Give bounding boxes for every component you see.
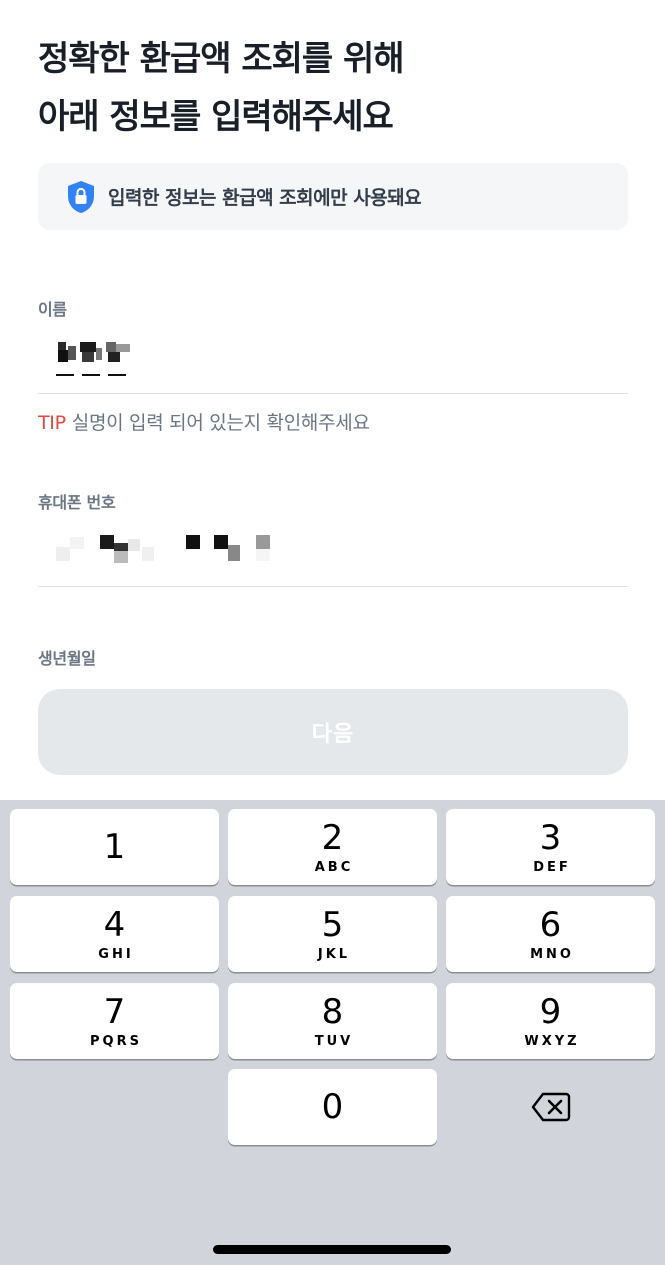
key-0-number: 0 bbox=[321, 1087, 344, 1127]
numeric-keypad: 1 2 ABC 3 DEF 4 GHI 5 JKL 6 MNO 7 PQRS 8… bbox=[0, 800, 665, 1265]
key-6[interactable]: 6 MNO bbox=[446, 896, 655, 972]
key-6-number: 6 bbox=[539, 904, 562, 945]
page-title: 정확한 환급액 조회를 위해 아래 정보를 입력해주세요 bbox=[38, 30, 405, 146]
title-line-2: 아래 정보를 입력해주세요 bbox=[38, 97, 394, 137]
tip-message: TIP 실명이 입력 되어 있는지 확인해주세요 bbox=[38, 408, 370, 435]
phone-input[interactable] bbox=[38, 525, 628, 585]
name-label: 이름 bbox=[38, 300, 67, 319]
key-5-letters: JKL bbox=[317, 946, 351, 962]
key-9-number: 9 bbox=[539, 991, 562, 1032]
key-2[interactable]: 2 ABC bbox=[228, 809, 437, 885]
key-3[interactable]: 3 DEF bbox=[446, 809, 655, 885]
key-7-number: 7 bbox=[103, 991, 126, 1032]
tip-tag: TIP bbox=[38, 412, 66, 434]
key-4-letters: GHI bbox=[98, 946, 134, 962]
key-4-number: 4 bbox=[103, 904, 126, 945]
key-3-number: 3 bbox=[539, 817, 562, 858]
home-indicator bbox=[213, 1245, 451, 1254]
key-9-letters: WXYZ bbox=[524, 1033, 580, 1049]
key-9[interactable]: 9 WXYZ bbox=[446, 983, 655, 1059]
key-4[interactable]: 4 GHI bbox=[10, 896, 219, 972]
phone-label: 휴대폰 번호 bbox=[38, 493, 116, 512]
birth-date-label: 생년월일 bbox=[38, 649, 96, 666]
masked-phone-value bbox=[56, 535, 270, 563]
shield-lock-icon bbox=[68, 180, 94, 213]
backspace-key[interactable] bbox=[446, 1069, 655, 1145]
name-input[interactable] bbox=[38, 330, 628, 390]
key-5-number: 5 bbox=[321, 904, 344, 945]
tip-text: 실명이 입력 되어 있는지 확인해주세요 bbox=[71, 412, 370, 434]
masked-name-value bbox=[56, 342, 130, 376]
key-6-letters: MNO bbox=[530, 946, 574, 962]
key-1-number: 1 bbox=[103, 827, 126, 867]
key-2-letters: ABC bbox=[314, 859, 354, 875]
key-1[interactable]: 1 bbox=[10, 809, 219, 885]
phone-underline bbox=[38, 586, 628, 587]
key-2-number: 2 bbox=[321, 817, 344, 858]
next-button[interactable]: 다음 bbox=[38, 689, 628, 775]
key-3-letters: DEF bbox=[533, 859, 571, 875]
key-5[interactable]: 5 JKL bbox=[228, 896, 437, 972]
key-8-letters: TUV bbox=[314, 1033, 354, 1049]
privacy-notice: 입력한 정보는 환급액 조회에만 사용돼요 bbox=[38, 163, 628, 230]
title-line-1: 정확한 환급액 조회를 위해 bbox=[38, 39, 405, 79]
backspace-icon bbox=[531, 1092, 570, 1122]
key-7[interactable]: 7 PQRS bbox=[10, 983, 219, 1059]
key-8-number: 8 bbox=[321, 991, 344, 1032]
key-7-letters: PQRS bbox=[90, 1033, 142, 1049]
name-underline bbox=[38, 393, 628, 394]
key-8[interactable]: 8 TUV bbox=[228, 983, 437, 1059]
key-0[interactable]: 0 bbox=[228, 1069, 437, 1145]
privacy-notice-text: 입력한 정보는 환급액 조회에만 사용돼요 bbox=[108, 187, 422, 209]
